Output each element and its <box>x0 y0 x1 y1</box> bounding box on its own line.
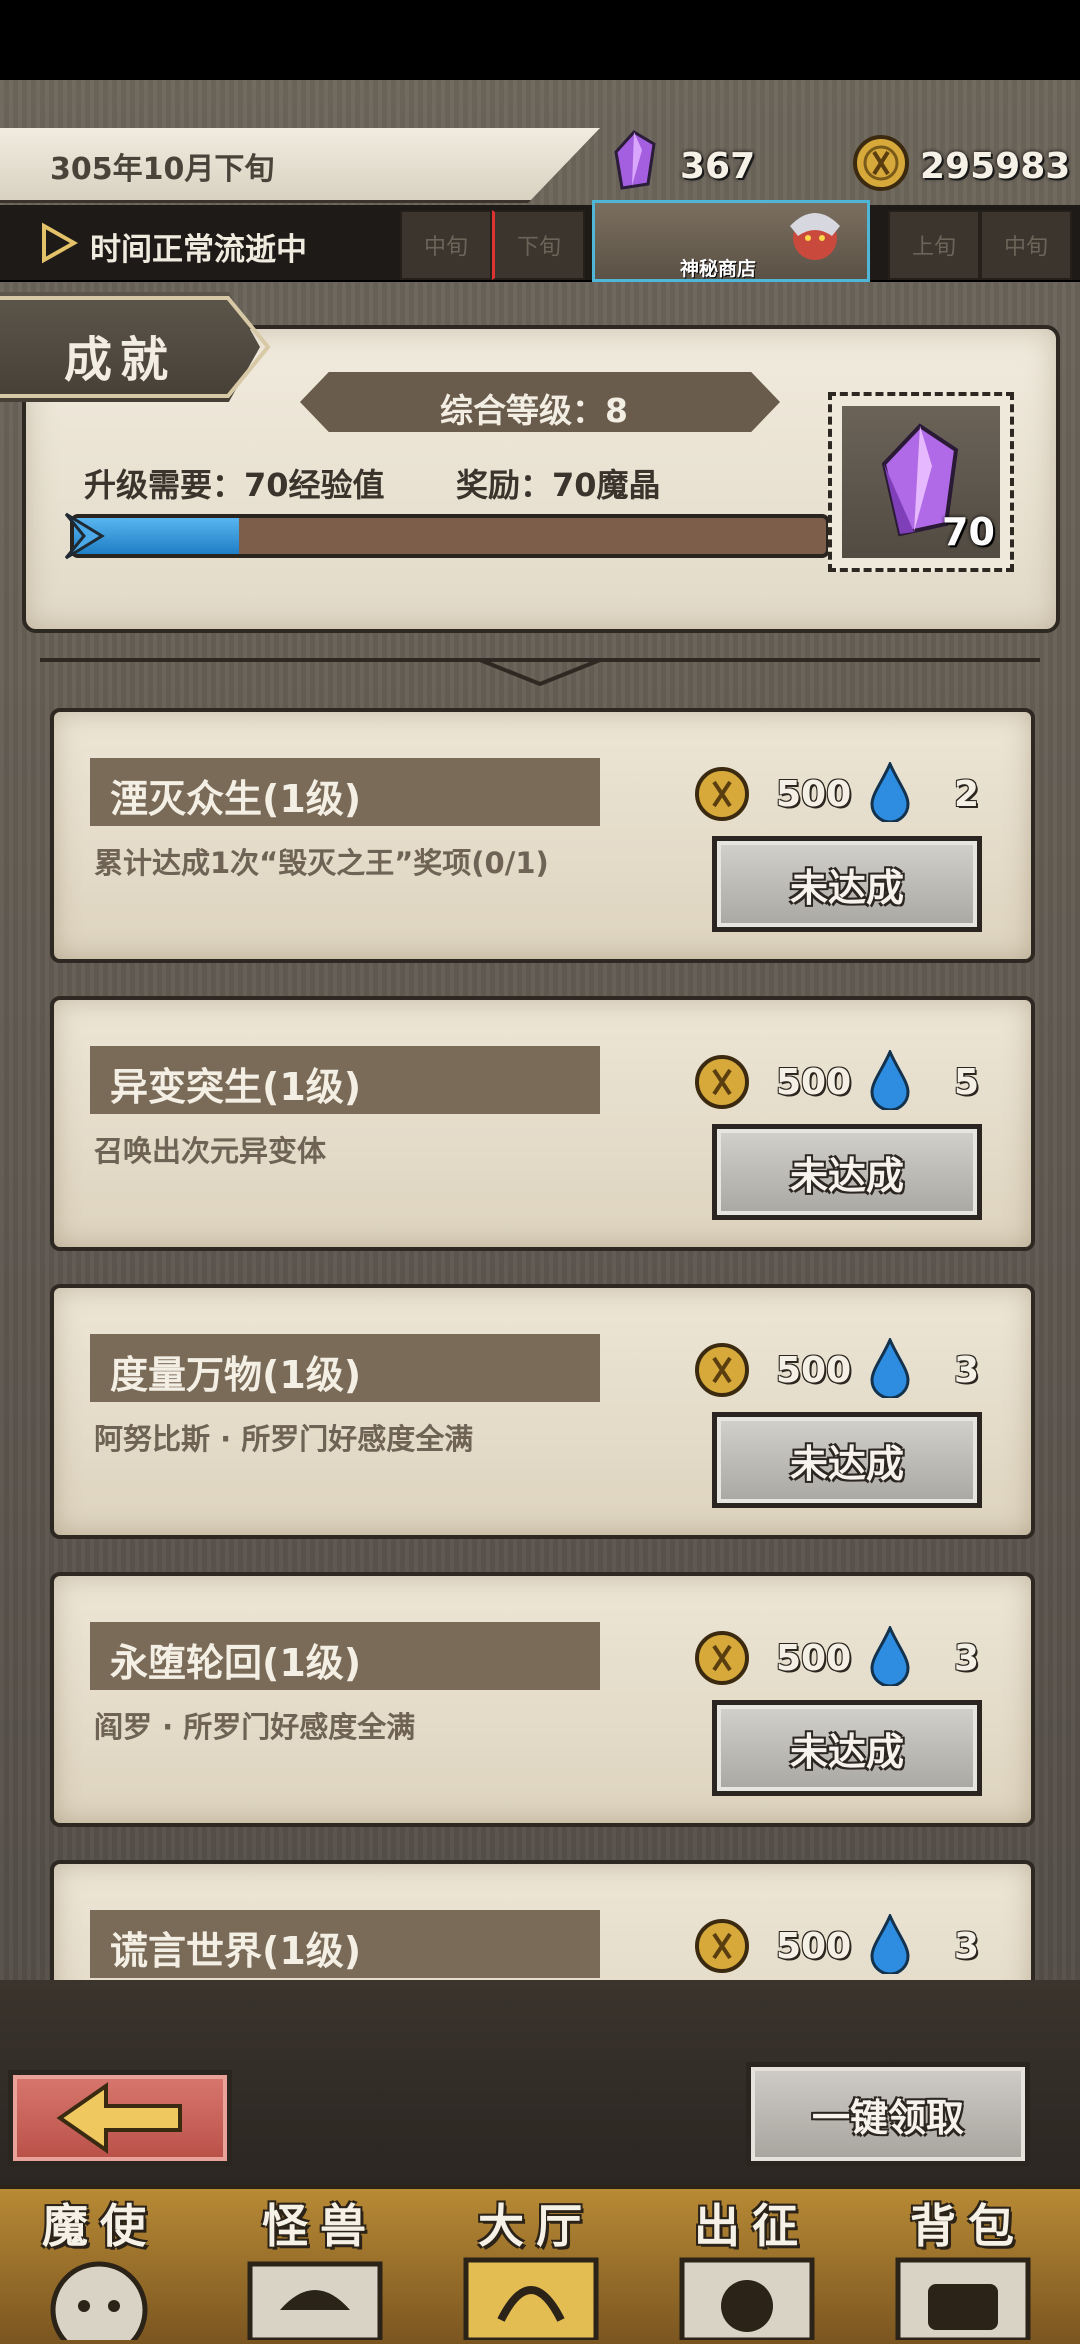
achievement-desc: 召唤出次元异变体 <box>94 1134 327 1168</box>
page-title: 成就 <box>64 332 177 388</box>
time-status: 时间正常流逝中 <box>90 232 307 268</box>
water-drop-icon <box>870 1626 910 1686</box>
coin-icon <box>695 1631 749 1685</box>
timeline-slot: 上旬 <box>888 210 980 280</box>
timeline-slot: 中旬 <box>400 210 492 280</box>
achievement-desc: 阿努比斯 · 所罗门好感度全满 <box>94 1422 474 1456</box>
water-drop-icon <box>870 1050 910 1110</box>
demon-envoy-icon <box>50 2261 148 2340</box>
crystal-count: 367 <box>680 146 756 187</box>
drop-reward: 3 <box>954 1350 980 1391</box>
monster-icon <box>247 2261 383 2340</box>
coin-icon <box>853 135 909 191</box>
achievement-desc: 累计达成1次“毁灭之王”奖项(0/1) <box>94 846 549 880</box>
coin-count: 295983 <box>920 146 1071 187</box>
coin-icon <box>695 1343 749 1397</box>
expedition-icon <box>679 2257 815 2340</box>
claim-all-button[interactable]: 一键领取 <box>746 2062 1030 2166</box>
drop-reward: 2 <box>954 774 980 815</box>
crystal-icon <box>614 130 656 190</box>
play-icon[interactable] <box>38 222 78 264</box>
status-button[interactable]: 未达成 <box>712 1412 982 1508</box>
achievement-name: 永堕轮回(1级) <box>110 1641 362 1685</box>
timeline-slot-current: 下旬 <box>492 210 585 280</box>
shop-merchant-icon <box>790 213 840 260</box>
status-button[interactable]: 未达成 <box>712 1700 982 1796</box>
exp-progress-bar <box>70 514 830 558</box>
drop-reward: 3 <box>954 1638 980 1679</box>
water-drop-icon <box>870 1914 910 1974</box>
drop-reward: 3 <box>954 1926 980 1967</box>
reward-count: 70 <box>942 510 995 554</box>
coin-reward: 500 <box>776 1350 852 1391</box>
coin-reward: 500 <box>776 1062 852 1103</box>
back-arrow-icon <box>56 2082 182 2154</box>
drop-reward: 5 <box>954 1062 980 1103</box>
achievement-name: 异变突生(1级) <box>110 1065 362 1109</box>
progress-cap-icon <box>64 512 105 560</box>
backpack-icon <box>895 2257 1031 2340</box>
status-button[interactable]: 未达成 <box>712 1124 982 1220</box>
status-button[interactable]: 未达成 <box>712 836 982 932</box>
level-reward: 奖励：70魔晶 <box>456 466 661 504</box>
timeline-slot: 中旬 <box>980 210 1072 280</box>
hall-icon <box>463 2257 599 2340</box>
coin-icon <box>695 1919 749 1973</box>
ornament-divider <box>40 658 1040 687</box>
achievement-desc: 阎罗 · 所罗门好感度全满 <box>94 1710 416 1744</box>
coin-icon <box>695 767 749 821</box>
game-date: 305年10月下旬 <box>50 152 275 187</box>
water-drop-icon <box>870 762 910 822</box>
achievement-list[interactable]: 湮灭众生(1级) 累计达成1次“毁灭之王”奖项(0/1) 500 2 未达成 异… <box>0 690 1080 1980</box>
overall-level: 综合等级：8 <box>440 391 628 430</box>
achievement-card: 永堕轮回(1级) 阎罗 · 所罗门好感度全满 500 3 未达成 <box>50 1572 1035 1827</box>
coin-reward: 500 <box>776 774 852 815</box>
mystery-shop-label: 神秘商店 <box>680 258 757 280</box>
system-status-bar <box>0 0 1080 80</box>
achievement-card: 异变突生(1级) 召唤出次元异变体 500 5 未达成 <box>50 996 1035 1251</box>
upgrade-requirement: 升级需要：70经验值 <box>84 466 385 504</box>
achievement-name: 度量万物(1级) <box>110 1353 362 1397</box>
coin-reward: 500 <box>776 1638 852 1679</box>
achievement-name: 湮灭众生(1级) <box>110 777 362 821</box>
achievement-card: 度量万物(1级) 阿努比斯 · 所罗门好感度全满 500 3 未达成 <box>50 1284 1035 1539</box>
achievement-name: 谎言世界(1级) <box>110 1929 362 1973</box>
achievement-card: 湮灭众生(1级) 累计达成1次“毁灭之王”奖项(0/1) 500 2 未达成 <box>50 708 1035 963</box>
achievement-card: 谎言世界(1级) 500 3 <box>50 1860 1035 1980</box>
coin-reward: 500 <box>776 1926 852 1967</box>
water-drop-icon <box>870 1338 910 1398</box>
coin-icon <box>695 1055 749 1109</box>
